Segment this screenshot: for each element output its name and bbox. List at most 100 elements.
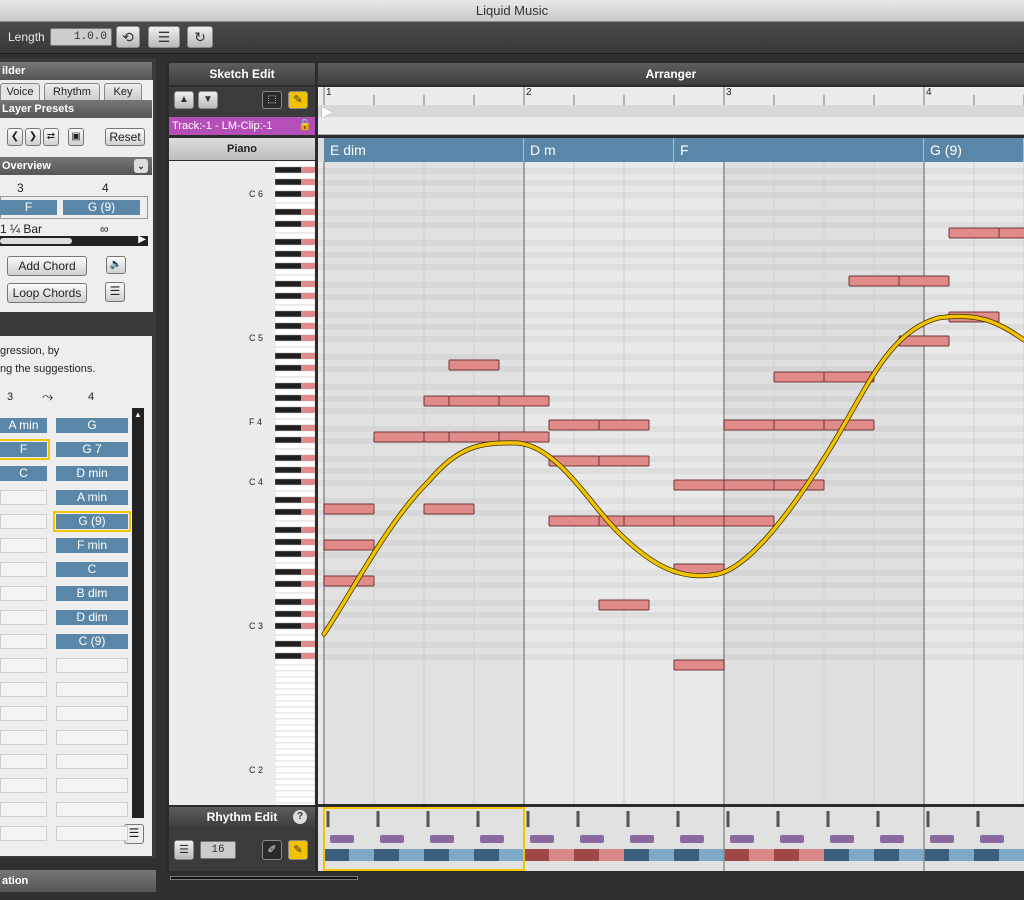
tab-voice[interactable]: Voice [0,83,40,100]
empty-suggestion-slot[interactable] [0,586,47,601]
empty-suggestion-slot[interactable] [0,514,47,529]
suggestion-chip[interactable]: C [0,466,47,481]
suggestion-chip[interactable]: G [56,418,128,433]
loop-chords-button[interactable]: Loop Chords [7,283,87,303]
empty-suggestion-slot[interactable] [0,730,47,745]
save-icon[interactable]: ▣ [68,128,84,146]
empty-suggestion-slot[interactable] [56,682,128,697]
instructions-line2: ng the suggestions. [0,363,96,375]
add-chord-button[interactable]: Add Chord [7,256,87,276]
suggestion-chip[interactable]: D min [56,466,128,481]
suggestion-chip[interactable]: F [0,439,50,460]
rhythm-pattern [318,807,1024,871]
empty-suggestion-slot[interactable] [0,754,47,769]
brush-icon[interactable]: ✎ [288,91,308,109]
suggestion-chip[interactable]: D dim [56,610,128,625]
pencil-icon[interactable]: ✎ [288,840,308,860]
length-input[interactable]: 1.0.0 [50,28,112,46]
select-icon[interactable]: ⬚ [262,91,282,109]
lock-icon[interactable]: 🔒 [298,118,312,131]
suggestion-chip[interactable]: C [56,562,128,577]
list-menu-icon[interactable]: ☰ [105,282,125,302]
playhead-icon[interactable]: ▶ [322,103,333,120]
suggestion-chip[interactable]: B dim [56,586,128,601]
note-label-c6: C 6 [249,189,264,199]
empty-suggestion-slot[interactable] [56,778,128,793]
scroll-up-icon[interactable]: ▲ [174,91,194,109]
help-icon[interactable]: ? [293,810,307,824]
loop-icon[interactable]: ⟲ [116,26,140,48]
length-label: Length [8,30,45,44]
note-label-f4: F 4 [249,417,263,427]
empty-suggestion-slot[interactable] [56,826,128,841]
empty-suggestion-slot[interactable] [0,490,47,505]
suggestion-chip[interactable]: F min [56,538,128,553]
empty-suggestion-slot[interactable] [0,802,47,817]
tab-key[interactable]: Key [104,83,142,100]
speaker-icon[interactable]: 🔈 [106,256,126,274]
tab-rhythm[interactable]: Rhythm [44,83,100,100]
empty-suggestion-slot[interactable] [0,682,47,697]
empty-suggestion-slot[interactable] [0,562,47,577]
empty-suggestion-slot[interactable] [0,634,47,649]
empty-suggestion-slot[interactable] [56,658,128,673]
window-title-bar: Liquid Music [0,0,1024,22]
note-label-c2: C 2 [249,765,264,775]
footer-header: ation [0,870,156,892]
shuffle-icon[interactable]: ⇄ [43,128,59,146]
empty-suggestion-slot[interactable] [0,706,47,721]
erase-icon[interactable]: ✐ [262,840,282,860]
arrangement-icon[interactable]: ☰ [148,26,180,48]
sketch-edit-title: Sketch Edit [209,67,275,81]
suggestion-chip[interactable]: A min [0,418,47,433]
empty-suggestion-slot[interactable] [0,538,47,553]
piano-keyboard[interactable] [275,161,315,805]
reset-button[interactable]: Reset [105,128,145,146]
prev-preset-icon[interactable]: ❮ [7,128,23,146]
suggestion-chip[interactable]: A min [56,490,128,505]
overview-scrollbar[interactable]: ▶ [0,234,148,246]
scroll-up-icon[interactable]: ▲ [133,410,143,420]
rhythm-menu-icon[interactable]: ☰ [174,840,194,860]
suggestion-chip[interactable]: G 7 [56,442,128,457]
play-icon[interactable]: ▶ [138,234,146,245]
overview-chord-g9[interactable]: G (9) [63,200,140,215]
layer-presets-header: Layer Presets [0,100,152,118]
overview-header: Overview ⌄ [0,157,152,175]
empty-suggestion-slot[interactable] [56,754,128,769]
empty-suggestion-slot[interactable] [0,826,47,841]
empty-suggestion-slot[interactable] [0,778,47,793]
suggestion-chip[interactable]: C (9) [56,634,128,649]
arrow-icon: ⤳ [42,388,54,404]
rhythm-grid-input[interactable]: 16 [200,841,236,859]
piano-roll[interactable] [318,162,1024,804]
chord-f[interactable]: F [674,138,924,162]
ruler-ticks [318,87,1024,117]
empty-suggestion-slot[interactable] [56,802,128,817]
chord-g9[interactable]: G (9) [924,138,1024,162]
timeline-ruler[interactable]: 1 2 3 4 ▶ [318,87,1024,135]
instrument-label: Piano [169,138,315,160]
note-label-c4: C 4 [249,477,264,487]
empty-suggestion-slot[interactable] [0,658,47,673]
empty-suggestion-slot[interactable] [56,730,128,745]
empty-suggestion-slot[interactable] [0,610,47,625]
builder-title: ilder [2,65,26,77]
chord-e-dim[interactable]: E dim [324,138,524,162]
next-preset-icon[interactable]: ❯ [25,128,41,146]
scroll-down-icon[interactable]: ▼ [198,91,218,109]
overview-chord-f[interactable]: F [0,200,57,215]
suggestion-chip[interactable]: G (9) [53,511,131,532]
empty-suggestion-slot[interactable] [56,706,128,721]
suggestions-scrollbar[interactable]: ▲ [132,408,144,818]
refresh-icon[interactable]: ↻ [187,26,213,48]
infinity-label: ∞ [100,222,109,236]
bar-2-label: 2 [526,87,532,98]
collapse-icon[interactable]: ⌄ [134,159,148,173]
bar-4-label: 4 [926,87,932,98]
rhythm-lane[interactable] [318,807,1024,871]
chord-d-m[interactable]: D m [524,138,674,162]
instructions-line1: gression, by [0,345,60,357]
footer-title: ation [2,875,29,887]
horizontal-scrollbar[interactable] [170,876,358,880]
